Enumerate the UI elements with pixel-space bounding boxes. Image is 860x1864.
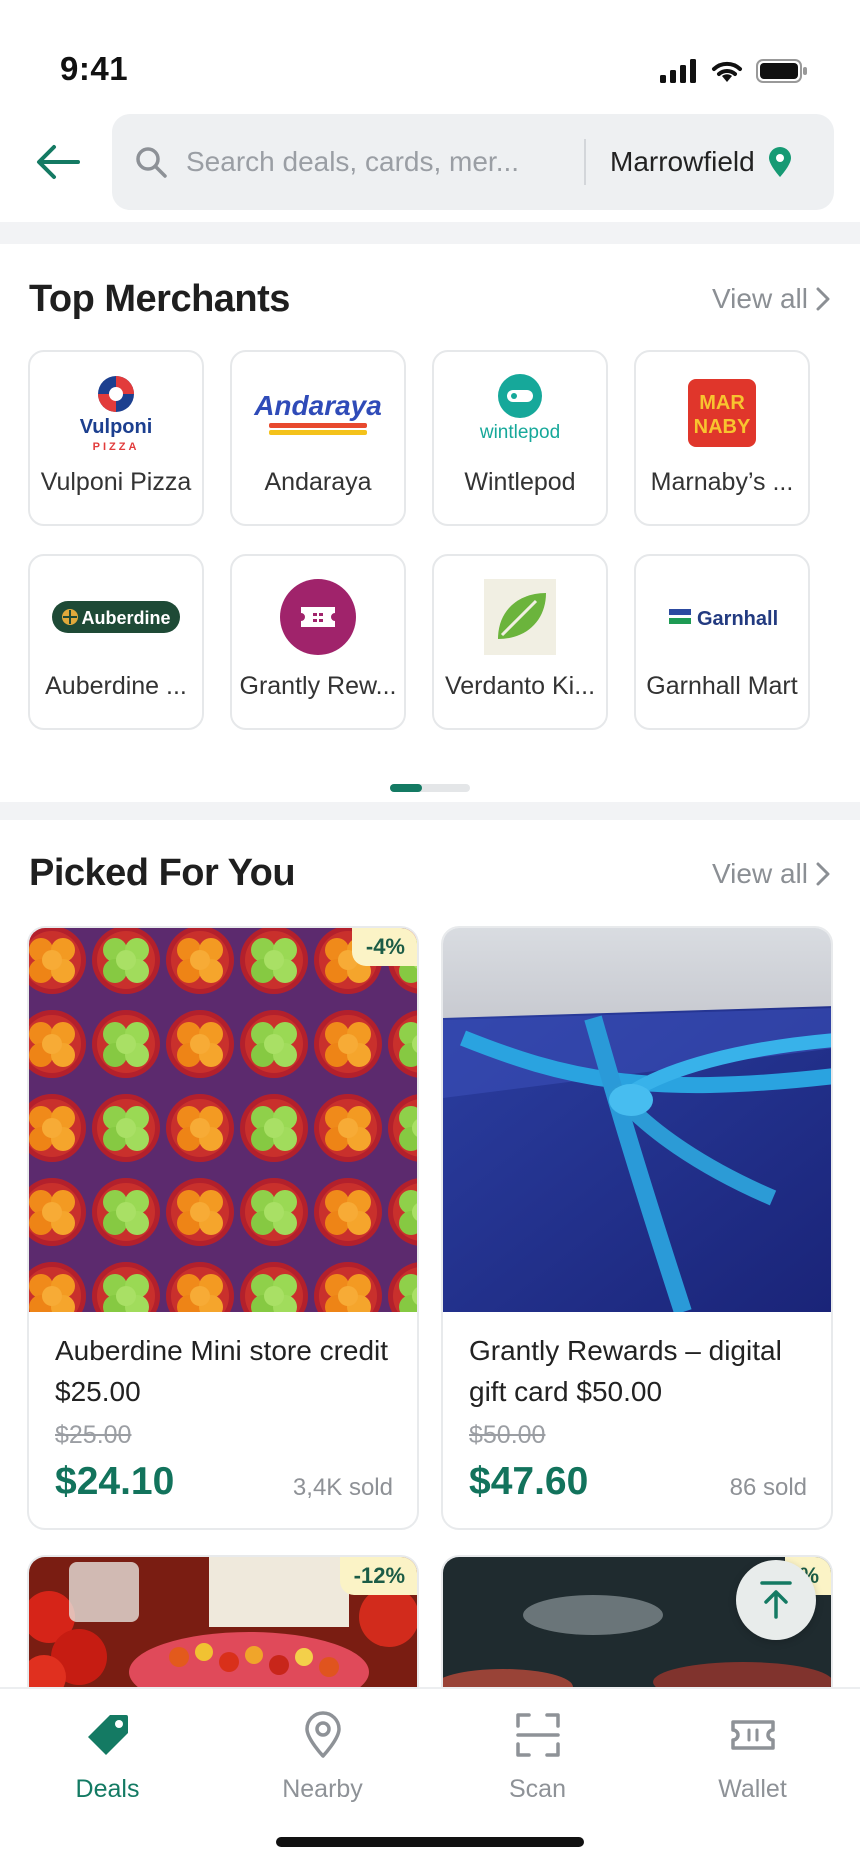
deal-sold-count: 3,4K sold [292,1474,393,1501]
location-pin-icon [768,147,791,177]
wifi-icon [712,61,742,82]
deal-image-fruit [29,928,417,1312]
scroll-to-top-button[interactable] [736,1560,816,1640]
deal-title: Auberdine Mini store credit $25.00 [55,1335,389,1407]
merchant-verdanto[interactable]: Verdanto Ki... [432,554,608,730]
back-button[interactable] [30,134,86,190]
section-separator [0,802,860,820]
home-indicator [276,1837,584,1847]
svg-text:PIZZA: PIZZA [93,441,140,452]
section-separator [0,222,860,244]
merchant-andaraya[interactable]: Andaraya Andaraya [230,350,406,526]
merchant-name: Verdanto Ki... [444,672,596,700]
nav-nearby[interactable]: Nearby [215,1703,430,1813]
chevron-right-icon [816,862,830,886]
nav-label: Deals [75,1775,140,1803]
deal-image-gift [443,928,831,1312]
merchant-grantly-rewards[interactable]: Grantly Rew... [230,554,406,730]
vulponi-logo: Vulponi PIZZA [30,374,202,452]
arrow-left-icon [37,145,80,179]
merchant-garnhall-mart[interactable]: Garnhall Garnhall Mart [634,554,810,730]
merchant-name: Andaraya [264,468,372,496]
pager-active-indicator [390,784,422,792]
svg-text:Andaraya: Andaraya [253,390,382,421]
scan-icon [512,1709,564,1761]
deal-price: $47.60 [469,1460,589,1503]
svg-text:wintlepod: wintlepod [479,422,560,443]
merchant-name: Garnhall Mart [646,672,798,700]
merchant-marnabys[interactable]: MAR NABY Marnaby’s ... [634,350,810,526]
nav-label: Nearby [282,1775,363,1803]
merchant-name: Wintlepod [464,468,576,496]
view-all-label: View all [712,858,808,889]
merchant-vulponi-pizza[interactable]: Vulponi PIZZA Vulponi Pizza [28,350,204,526]
nav-label: Scan [509,1775,566,1803]
top-merchants-title: Top Merchants [29,278,290,320]
search-header: Search deals, cards, mer... Marrowfield [0,114,860,210]
merchant-name: Grantly Rew... [239,672,397,700]
svg-text:Garnhall: Garnhall [697,608,778,630]
ticket-icon [727,1709,779,1761]
status-time: 9:41 [60,50,129,87]
picked-for-you-title: Picked For You [29,852,296,894]
search-icon [136,147,167,178]
merchant-auberdine[interactable]: Auberdine Auberdine ... [28,554,204,730]
search-bar[interactable]: Search deals, cards, mer... Marrowfield [112,114,834,210]
chevron-right-icon [816,287,830,311]
merchant-name: Vulponi Pizza [40,468,192,496]
svg-text:NABY: NABY [694,416,751,438]
svg-text:Vulponi: Vulponi [80,416,153,438]
location-pin-icon [297,1709,349,1761]
nav-deals[interactable]: Deals [0,1703,215,1813]
tag-icon [82,1709,134,1761]
deal-title: Grantly Rewards – digital gift card $50.… [469,1335,782,1407]
nav-scan[interactable]: Scan [430,1703,645,1813]
location-label: Marrowfield [610,146,755,177]
status-bar: 9:41 [0,0,860,110]
arrow-up-to-top-icon [760,1581,792,1619]
svg-text:Auberdine: Auberdine [81,608,170,628]
nav-wallet[interactable]: Wallet [645,1703,860,1813]
auberdine-logo: Auberdine [30,578,202,656]
deal-original-price: $50.00 [469,1421,546,1449]
top-merchants-view-all[interactable]: View all [712,283,830,315]
deal-sold-count: 86 sold [729,1474,807,1501]
grantly-logo [232,578,404,656]
discount-badge: -12% [339,1557,417,1595]
location-selector[interactable]: Marrowfield [610,146,793,178]
marnaby-logo: MAR NABY [636,374,808,452]
merchant-pager [390,784,470,792]
status-icons [660,58,808,84]
verdanto-logo [434,578,606,656]
garnhall-logo: Garnhall [636,578,808,656]
merchant-wintlepod[interactable]: wintlepod Wintlepod [432,350,608,526]
search-divider [584,139,586,185]
picked-for-you-view-all[interactable]: View all [712,858,830,890]
merchant-name: Marnaby’s ... [650,468,794,496]
deal-price: $24.10 [55,1460,175,1503]
deal-card[interactable]: -12% [27,1555,419,1687]
view-all-label: View all [712,283,808,314]
andaraya-logo: Andaraya [232,374,404,452]
deal-card[interactable]: Grantly Rewards – digital gift card $50.… [441,926,833,1530]
deal-original-price: $25.00 [55,1421,132,1449]
merchant-name: Auberdine ... [45,672,187,700]
search-input[interactable]: Search deals, cards, mer... [186,146,576,178]
nav-label: Wallet [718,1775,787,1803]
discount-badge: -4% [351,928,417,966]
wintlepod-logo: wintlepod [434,374,606,452]
svg-text:MAR: MAR [699,392,745,414]
battery-icon [756,59,807,83]
deal-card[interactable]: -4% Auberdine Mini store credit $25.00 $… [27,926,419,1530]
cellular-signal-icon [660,59,696,83]
